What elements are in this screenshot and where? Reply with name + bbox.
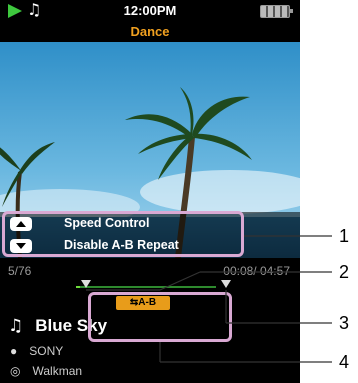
callout-number-3: 3 xyxy=(339,313,350,333)
callout-number-1: 1 xyxy=(339,226,350,246)
callout-number-4: 4 xyxy=(339,352,350,372)
callout-number-2: 2 xyxy=(339,262,350,282)
callout-lines xyxy=(86,235,332,363)
